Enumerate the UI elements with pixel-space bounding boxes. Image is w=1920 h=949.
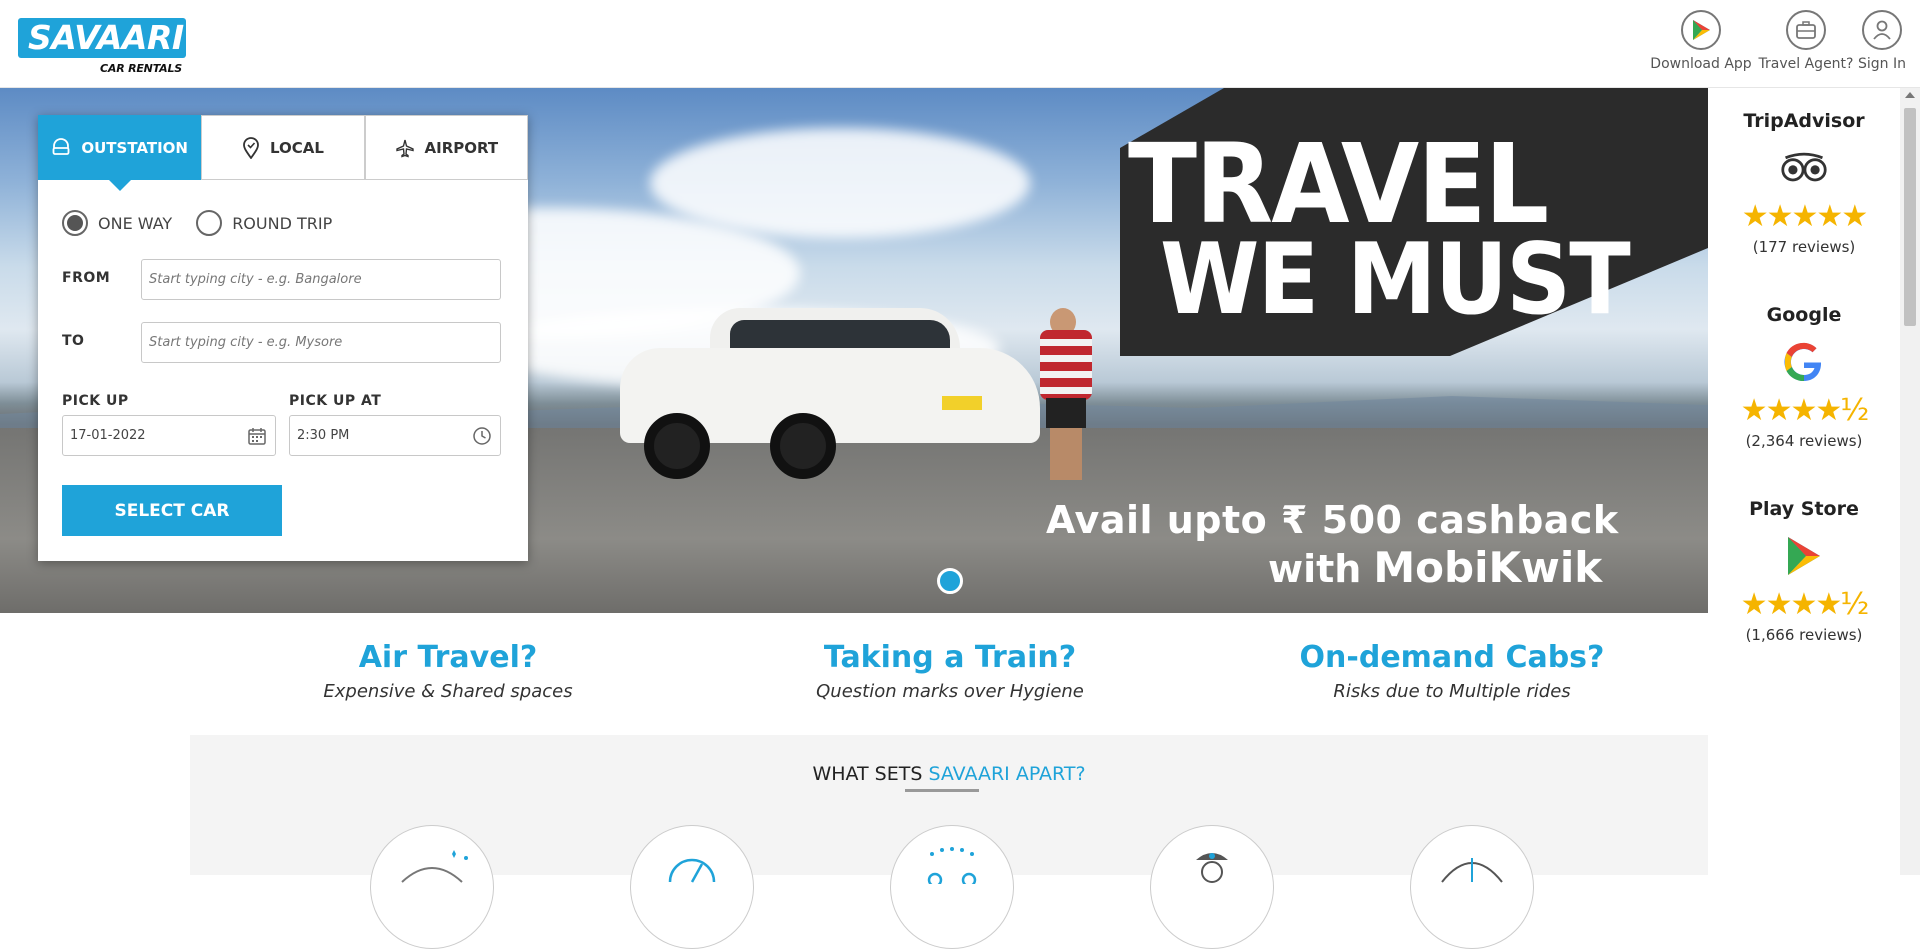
- cab-icon: [52, 137, 70, 155]
- download-app-label: Download App: [1650, 56, 1752, 72]
- tab-airport-label: AIRPORT: [424, 138, 499, 157]
- one-way-radio[interactable]: ONE WAY: [62, 210, 172, 236]
- sign-in-link[interactable]: Sign In: [1856, 10, 1908, 72]
- travel-agent-link[interactable]: Travel Agent?: [1758, 10, 1854, 72]
- booking-widget: OUTSTATION LOCAL AIRPORT ONE WAY ROUND T…: [38, 115, 528, 561]
- play-store-icon: [1780, 532, 1828, 580]
- why-savaari-section: WHAT SETS SAVAARI APART?: [190, 735, 1708, 949]
- download-app-link[interactable]: Download App: [1650, 10, 1752, 72]
- google-icon: [1780, 338, 1828, 386]
- review-count: (2,364 reviews): [1745, 432, 1863, 450]
- promo-line-2: with MobiKwik: [1268, 543, 1602, 592]
- heading-prefix: WHAT SETS: [812, 763, 923, 785]
- feature-air-travel: Air Travel? Expensive & Shared spaces: [248, 640, 648, 702]
- savaari-logo[interactable]: SAVAARI CAR RENTALS: [18, 18, 186, 76]
- feature-title: Air Travel?: [358, 640, 538, 675]
- review-source-name: TripAdvisor: [1743, 110, 1865, 132]
- from-label: FROM: [62, 270, 111, 286]
- car-wheel: [770, 413, 836, 479]
- logo-subtitle: CAR RENTALS: [100, 62, 182, 75]
- calendar-icon[interactable]: [247, 426, 267, 446]
- play-store-icon: [1681, 10, 1721, 50]
- tripadvisor-icon: [1780, 144, 1828, 192]
- scrollbar-thumb[interactable]: [1904, 108, 1916, 326]
- person-shorts: [1046, 398, 1086, 428]
- location-pin-icon: [243, 136, 259, 159]
- user-icon: [1862, 10, 1902, 50]
- windshield-icon: [1410, 825, 1534, 949]
- sanitised-car-icon: [370, 825, 494, 949]
- pickup-date-value: 17-01-2022: [70, 428, 146, 443]
- tab-local[interactable]: LOCAL: [201, 115, 365, 180]
- from-city-input[interactable]: Start typing city - e.g. Bangalore: [141, 259, 501, 300]
- heading-highlight: SAVAARI APART?: [928, 763, 1086, 785]
- page-scrollbar[interactable]: [1900, 88, 1920, 875]
- feature-title: On-demand Cabs?: [1299, 640, 1605, 675]
- to-label: TO: [62, 333, 85, 349]
- promo-with: with: [1268, 547, 1362, 591]
- travel-agent-label: Travel Agent?: [1758, 56, 1854, 72]
- plane-icon: [395, 139, 414, 157]
- heading-underline: [905, 789, 979, 792]
- review-count: (1,666 reviews): [1745, 626, 1863, 644]
- review-google[interactable]: Google ★★★★½ (2,364 reviews): [1708, 304, 1900, 450]
- review-count: (177 reviews): [1752, 238, 1856, 256]
- feature-subtitle: Question marks over Hygiene: [816, 681, 1084, 702]
- review-tripadvisor[interactable]: TripAdvisor ★★★★★ (177 reviews): [1708, 110, 1900, 256]
- suv-car: [620, 308, 1050, 483]
- cloud: [650, 128, 1030, 238]
- feature-title: Taking a Train?: [823, 640, 1077, 675]
- round-trip-radio[interactable]: ROUND TRIP: [196, 210, 332, 236]
- pickup-time-label: PICK UP AT: [289, 393, 382, 409]
- review-source-name: Google: [1766, 304, 1842, 326]
- car-plate: [942, 396, 982, 410]
- radio-button-checked[interactable]: [62, 210, 88, 236]
- rating-stars: ★★★★½: [1740, 393, 1870, 428]
- pickup-date-input[interactable]: 17-01-2022: [62, 415, 276, 456]
- speedometer-icon: [630, 825, 754, 949]
- trip-direction-group: ONE WAY ROUND TRIP: [62, 210, 332, 236]
- rating-stars: ★★★★½: [1740, 587, 1870, 622]
- person-torso: [1040, 330, 1092, 400]
- mobikwik-logo: MobiKwik: [1373, 543, 1603, 592]
- to-city-input[interactable]: Start typing city - e.g. Mysore: [141, 322, 501, 363]
- round-trip-label: ROUND TRIP: [232, 213, 333, 233]
- tab-airport[interactable]: AIRPORT: [364, 115, 528, 180]
- tab-outstation-label: OUTSTATION: [81, 138, 188, 157]
- scroll-up-arrow[interactable]: [1905, 92, 1915, 98]
- tab-outstation[interactable]: OUTSTATION: [38, 115, 202, 191]
- car-wheel: [644, 413, 710, 479]
- review-source-name: Play Store: [1749, 498, 1859, 520]
- radio-button-unchecked[interactable]: [196, 210, 223, 236]
- feature-subtitle: Risks due to Multiple rides: [1333, 681, 1571, 702]
- trip-type-tabs: OUTSTATION LOCAL AIRPORT: [38, 115, 528, 191]
- sign-in-label: Sign In: [1858, 56, 1906, 72]
- one-way-label: ONE WAY: [98, 213, 173, 233]
- logo-text: SAVAARI: [18, 18, 186, 58]
- section-heading: WHAT SETS SAVAARI APART?: [190, 763, 1708, 785]
- hero-headline-1: TRAVEL: [1128, 120, 1549, 248]
- review-play-store[interactable]: Play Store ★★★★½ (1,666 reviews): [1708, 498, 1900, 644]
- site-header: SAVAARI CAR RENTALS Download App Travel …: [0, 0, 1920, 88]
- tab-local-label: LOCAL: [270, 138, 324, 157]
- pickup-time-value: 2:30 PM: [297, 428, 350, 443]
- pickup-date-label: PICK UP: [62, 393, 129, 409]
- traveller-figure: [1030, 308, 1100, 483]
- carousel-dot[interactable]: [937, 568, 963, 594]
- rating-stars: ★★★★★: [1741, 199, 1868, 234]
- briefcase-icon: [1786, 10, 1826, 50]
- pickup-time-input[interactable]: 2:30 PM: [289, 415, 501, 456]
- feature-train: Taking a Train? Question marks over Hygi…: [750, 640, 1150, 702]
- promo-line-1: Avail upto ₹ 500 cashback: [1046, 498, 1619, 542]
- clock-icon[interactable]: [472, 426, 492, 446]
- select-car-button[interactable]: SELECT CAR: [62, 485, 282, 536]
- chauffeur-icon: [1150, 825, 1274, 949]
- person-legs: [1050, 428, 1082, 480]
- reviews-sidebar: TripAdvisor ★★★★★ (177 reviews) Google ★…: [1708, 88, 1900, 875]
- feature-cabs: On-demand Cabs? Risks due to Multiple ri…: [1252, 640, 1652, 702]
- hero-headline-2: WE MUST: [1160, 223, 1631, 337]
- feature-subtitle: Expensive & Shared spaces: [323, 681, 573, 702]
- rating-stars-icon: [890, 825, 1014, 949]
